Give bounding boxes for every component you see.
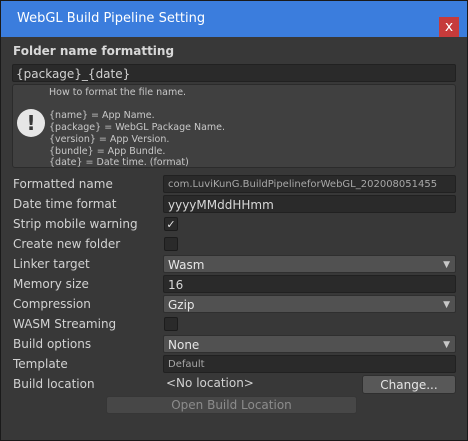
settings-window: WebGL Build Pipeline Setting x Folder na… (0, 0, 468, 441)
help-box: ! How to format the file name. {name} = … (12, 84, 456, 168)
memory-size-label: Memory size (13, 277, 89, 291)
wasm-streaming-checkbox[interactable] (164, 317, 178, 331)
dropdown-arrow-icon: ▼ (443, 300, 450, 310)
warning-icon: ! (17, 109, 45, 137)
strip-mobile-warning-label: Strip mobile warning (13, 217, 138, 231)
compression-dropdown[interactable]: Gzip ▼ (163, 295, 456, 313)
build-options-dropdown[interactable]: None ▼ (163, 335, 456, 353)
window-title: WebGL Build Pipeline Setting (17, 11, 206, 26)
settings-content: Folder name formatting {package}_{date} … (1, 37, 467, 440)
create-new-folder-checkbox[interactable] (164, 237, 178, 251)
linker-target-dropdown[interactable]: Wasm ▼ (163, 255, 456, 273)
build-options-value: None (168, 338, 200, 352)
linker-target-value: Wasm (168, 258, 205, 272)
open-build-location-button: Open Build Location (106, 396, 357, 414)
close-button[interactable]: x (439, 17, 459, 37)
section-header: Folder name formatting (13, 44, 175, 58)
help-line: {bundle} = App Bundle. (49, 146, 166, 157)
folder-format-field[interactable]: {package}_{date} (12, 64, 456, 82)
help-line: {date} = Date time. (format) (49, 157, 189, 168)
create-new-folder-label: Create new folder (13, 237, 121, 251)
wasm-streaming-label: WASM Streaming (13, 317, 117, 331)
linker-target-label: Linker target (13, 257, 90, 271)
dropdown-arrow-icon: ▼ (443, 260, 450, 270)
date-time-format-input[interactable]: yyyyMMddHHmm (163, 195, 456, 213)
build-location-value: <No location> (166, 376, 254, 390)
compression-label: Compression (13, 297, 91, 311)
compression-value: Gzip (168, 298, 195, 312)
title-bar[interactable]: WebGL Build Pipeline Setting x (1, 1, 467, 37)
change-location-button[interactable]: Change... (362, 375, 456, 394)
formatted-name-label: Formatted name (13, 177, 113, 191)
template-field: Default (163, 355, 456, 373)
help-line: {package} = WebGL Package Name. (49, 122, 226, 133)
formatted-name-field: com.LuviKunG.BuildPipelineforWebGL_20200… (163, 175, 456, 193)
help-line: {version} = App Version. (49, 134, 170, 145)
build-location-label: Build location (13, 377, 95, 391)
strip-mobile-warning-checkbox[interactable]: ✓ (164, 217, 178, 231)
help-intro: How to format the file name. (49, 87, 187, 98)
template-label: Template (13, 357, 68, 371)
memory-size-input[interactable]: 16 (163, 275, 456, 293)
dropdown-arrow-icon: ▼ (443, 340, 450, 350)
help-line: {name} = App Name. (49, 110, 155, 121)
date-time-format-label: Date time format (13, 197, 117, 211)
build-options-label: Build options (13, 337, 92, 351)
